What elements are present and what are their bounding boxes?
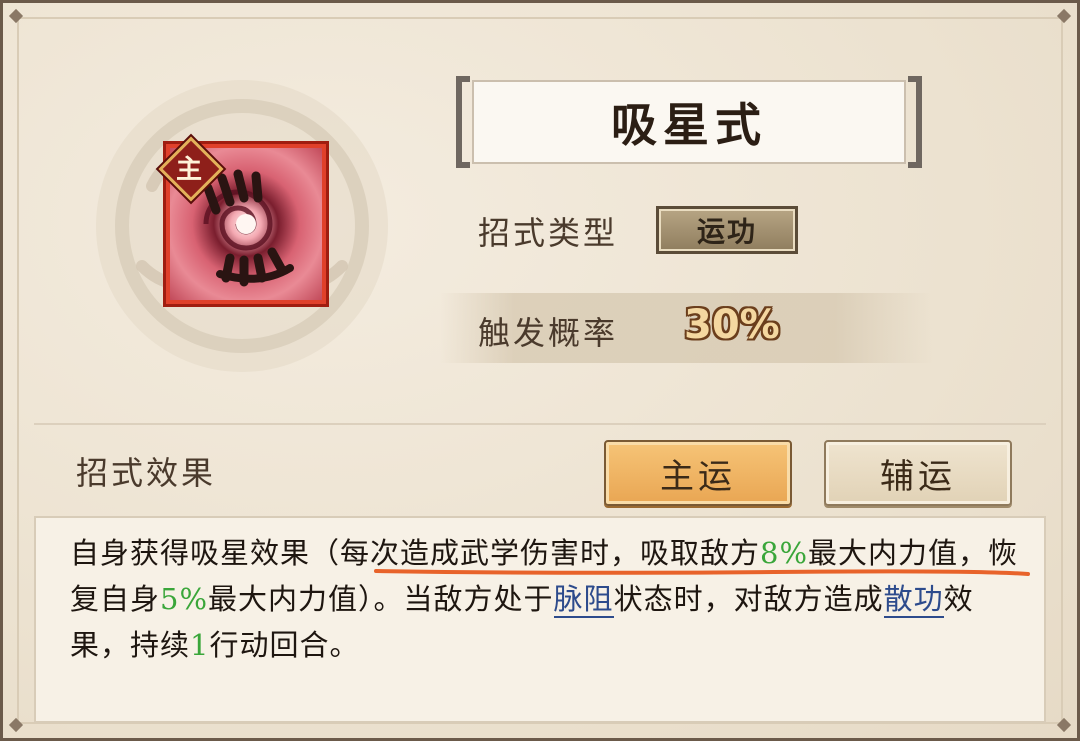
skill-name: 吸星式: [472, 80, 906, 164]
effect-text-part: 最大内力值）。当敌方处于: [208, 582, 554, 616]
title-bracket-left: [456, 76, 470, 168]
skill-type-label: 招式类型: [478, 214, 619, 252]
restore-percent-value: 5%: [160, 582, 209, 616]
annotation-underline: [374, 569, 1030, 576]
absorb-percent-value: 8%: [760, 536, 809, 570]
tab-auxiliary-operation[interactable]: 辅运: [824, 440, 1012, 506]
title-bracket-right: [908, 76, 922, 168]
skill-type-badge: 运功: [656, 206, 798, 254]
badge-text: 主: [175, 154, 202, 185]
effect-description: 自身获得吸星效果（每次造成武学伤害时，吸取敌方8%最大内力值，恢复自身5%最大内…: [70, 530, 1030, 668]
tab-main-operation[interactable]: 主运: [604, 440, 792, 506]
effect-text-part: 行动回合。: [209, 628, 360, 662]
effect-section-label: 招式效果: [76, 454, 217, 492]
duration-turns-value: 1: [190, 628, 210, 662]
status-link-meridian-block[interactable]: 脉阻: [553, 582, 614, 618]
trigger-chance-value: 30%: [684, 302, 780, 348]
section-divider: [34, 423, 1046, 425]
skill-title-plate: 吸星式: [456, 76, 922, 168]
effect-text-part: 状态时，对敌方造成: [613, 582, 884, 616]
status-link-dispel-energy[interactable]: 散功: [883, 582, 944, 618]
main-skill-badge: 主: [158, 136, 224, 202]
effect-text-part: 自身获得吸星效果（每次造成武学伤害时，吸取敌方: [70, 536, 761, 570]
trigger-chance-label: 触发概率: [478, 314, 619, 352]
